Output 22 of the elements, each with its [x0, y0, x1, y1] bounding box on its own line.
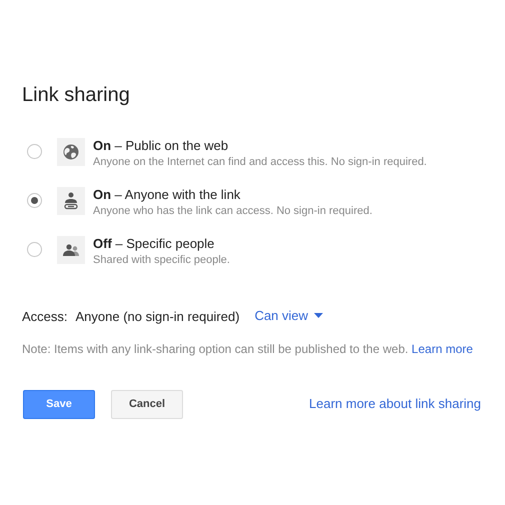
radio-button[interactable] — [27, 144, 42, 159]
access-value: Anyone (no sign-in required) — [76, 308, 240, 326]
note-text: Note: Items with any link-sharing option can still be published to the web. Learn more — [22, 340, 474, 358]
access-label: Access: — [22, 308, 68, 326]
person-link-icon — [64, 192, 78, 210]
option-label: On – Public on the web — [93, 138, 230, 153]
option-description: Anyone on the Internet can find and access this. No sign-in required. — [93, 156, 427, 169]
save-button[interactable]: Save — [23, 390, 95, 418]
permission-dropdown[interactable]: Can view — [254, 306, 324, 326]
option-description: Shared with specific people. — [93, 254, 230, 267]
option-label: Off – Specific people — [93, 236, 216, 251]
caret-icon — [314, 313, 324, 318]
learn-more-link[interactable]: Learn more — [412, 342, 473, 356]
help-link[interactable]: Learn more about link sharing — [309, 394, 481, 414]
radio-button[interactable] — [27, 242, 42, 257]
radio-button[interactable] — [27, 193, 42, 208]
globe-icon — [63, 144, 79, 160]
cancel-button[interactable]: Cancel — [111, 390, 183, 418]
option-description: Anyone who has the link can access. No sign-in required. — [93, 205, 372, 218]
option-label: On – Anyone with the link — [93, 187, 242, 202]
dialog-title: Link sharing — [22, 83, 131, 108]
people-icon — [63, 244, 79, 256]
